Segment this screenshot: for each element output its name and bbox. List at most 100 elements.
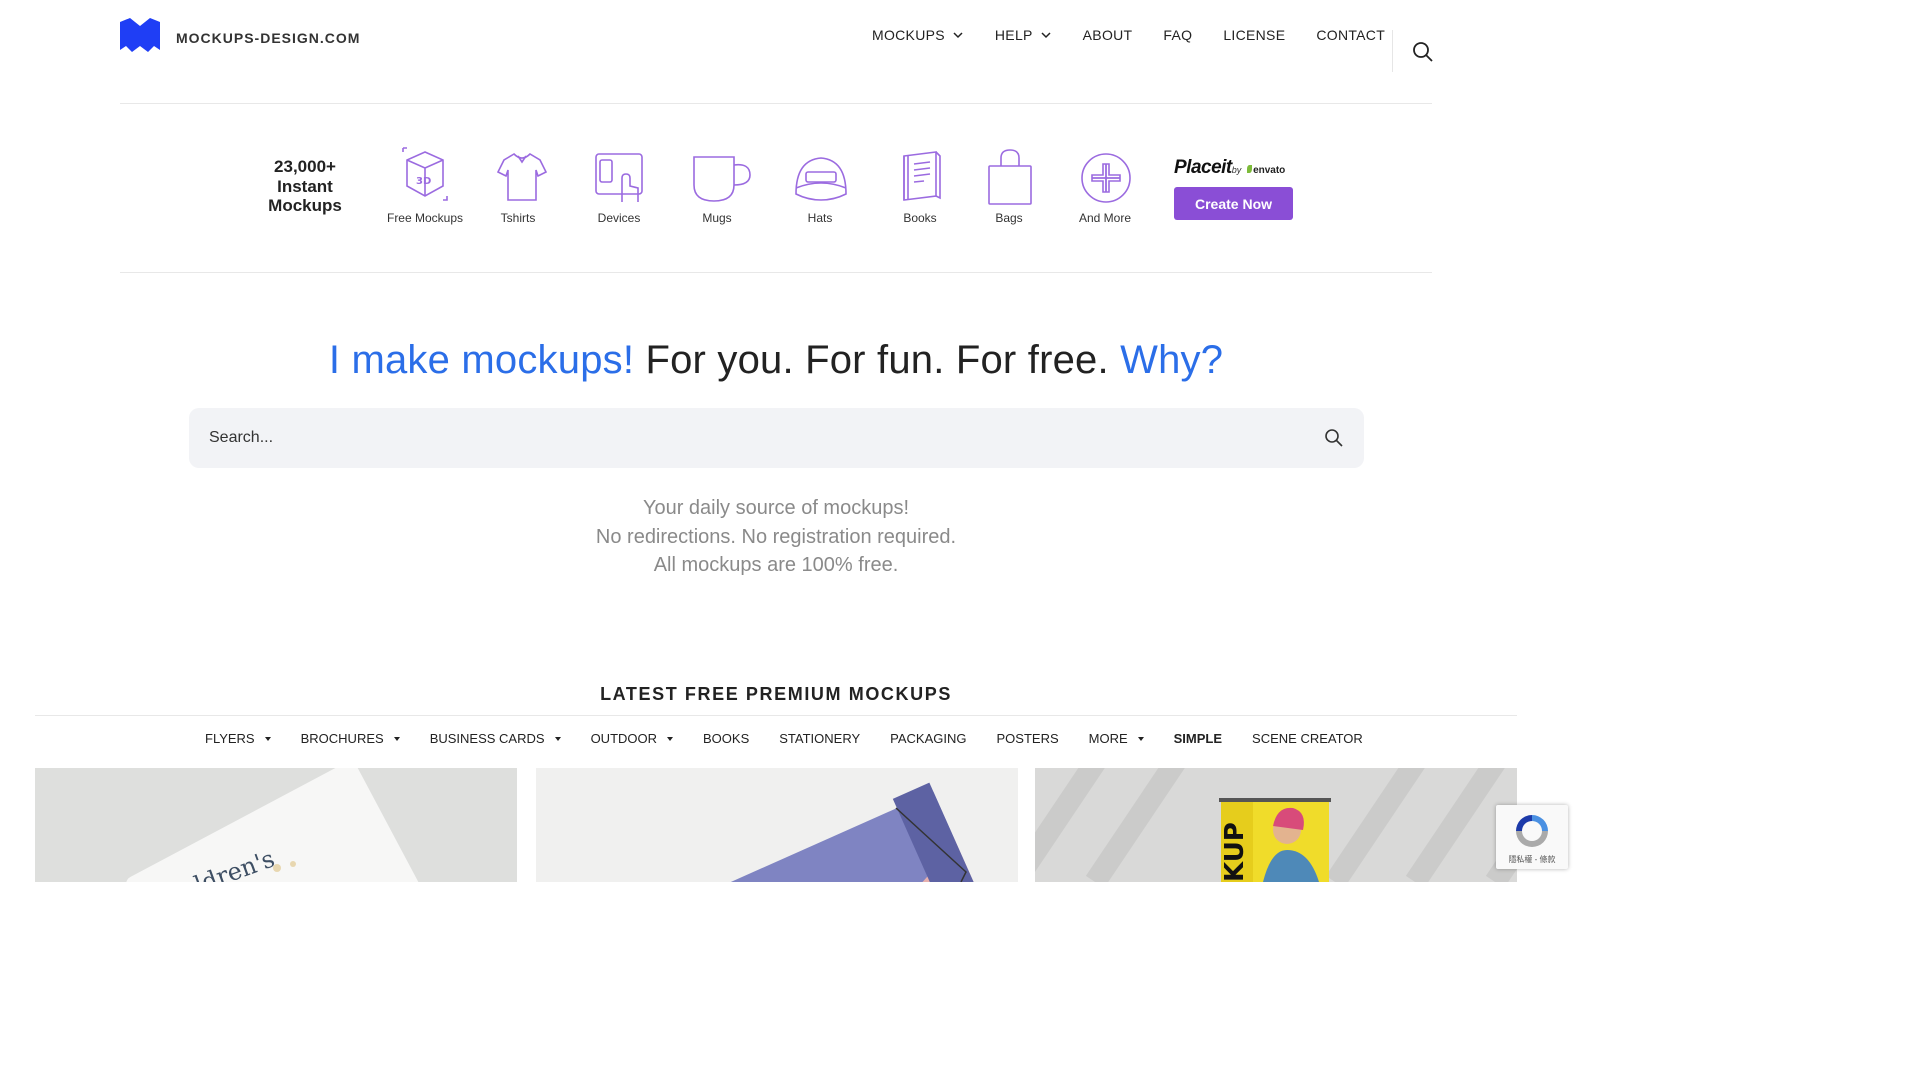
filter-business-cards[interactable]: BUSINESS CARDS <box>430 731 561 746</box>
nav-label: ABOUT <box>1082 27 1133 43</box>
placeit-count-line2: Instant <box>277 176 333 196</box>
filter-label: SCENE CREATOR <box>1252 731 1363 746</box>
category-label: Bags <box>995 211 1023 225</box>
category-label: Mugs <box>702 211 732 225</box>
placeit-count-number: 23,000+ <box>274 157 336 176</box>
filter-label: SIMPLE <box>1173 731 1223 746</box>
filter-label: OUTDOOR <box>590 731 658 746</box>
nav-label: FAQ <box>1163 27 1193 43</box>
nav-label: MOCKUPS <box>872 27 945 43</box>
search-icon[interactable] <box>1324 428 1344 448</box>
devices-icon <box>595 153 643 202</box>
mockup-card-image: ldren's <box>35 768 517 882</box>
svg-text:3D: 3D <box>416 176 431 187</box>
placeit-logo[interactable]: Placeitby envato <box>1174 157 1285 179</box>
placeit-brand: Placeit <box>1174 157 1232 178</box>
filter-books[interactable]: BOOKS <box>703 731 749 746</box>
filter-flyers[interactable]: FLYERS <box>205 731 271 746</box>
filter-label: FLYERS <box>205 731 255 746</box>
nav-label: CONTACT <box>1316 27 1386 43</box>
nav-item-about[interactable]: ABOUT <box>1083 27 1133 43</box>
filter-label: MORE <box>1088 731 1128 746</box>
chevron-down-icon <box>953 32 963 39</box>
site-header: MOCKUPS-DESIGN.COM MOCKUPS HELP ABOUT FA… <box>0 0 1568 104</box>
category-and-more[interactable] <box>1080 152 1132 204</box>
mockup-card-image <box>536 768 1018 882</box>
placeit-brand-envato: envato <box>1253 165 1286 176</box>
latest-section-title: LATEST FREE PREMIUM MOCKUPS <box>600 684 952 704</box>
mug-icon <box>693 156 751 202</box>
category-mugs[interactable] <box>692 155 752 203</box>
main-nav: MOCKUPS HELP ABOUT FAQ LICENSE CONTACT <box>872 27 1385 43</box>
filter-brochures[interactable]: BROCHURES <box>301 731 400 746</box>
category-free-mockups[interactable]: 3D <box>401 146 449 202</box>
hero-part1: I make mockups! <box>328 338 635 382</box>
placeit-count: 23,000+ Instant Mockups <box>260 157 350 216</box>
category-label: Free Mockups <box>386 211 464 225</box>
create-now-button[interactable]: Create Now <box>1174 187 1293 220</box>
mockup-card-text: KUP <box>1220 822 1250 882</box>
filter-posters[interactable]: POSTERS <box>997 731 1059 746</box>
hero-why-link[interactable]: Why? <box>1120 338 1223 382</box>
book-icon <box>903 151 941 201</box>
recaptcha-badge[interactable]: 隱私權 - 條款 <box>1496 805 1568 869</box>
tagline-line2: No redirections. No registration require… <box>595 525 957 548</box>
filter-packaging[interactable]: PACKAGING <box>890 731 966 746</box>
filter-simple[interactable]: SIMPLE <box>1174 731 1222 746</box>
filter-scene-creator[interactable]: SCENE CREATOR <box>1252 731 1363 746</box>
category-label: Books <box>903 211 937 225</box>
latest-divider <box>35 715 1517 716</box>
mockup-card-image: KUP <box>1035 768 1517 882</box>
envato-leaf-icon <box>1247 165 1253 173</box>
filter-outdoor[interactable]: OUTDOOR <box>590 731 674 746</box>
placeit-count-line3: Mockups <box>268 196 342 215</box>
filter-label: BOOKS <box>703 731 750 746</box>
caret-down-icon <box>264 736 271 741</box>
mockup-card[interactable]: ldren's <box>35 768 517 882</box>
strip-divider <box>120 272 1432 273</box>
hero-heading: I make mockups! For you. For fun. For fr… <box>0 338 1552 383</box>
hat-icon <box>795 157 847 201</box>
nav-item-mockups[interactable]: MOCKUPS <box>872 27 963 43</box>
mockup-card[interactable] <box>536 768 1018 882</box>
nav-item-faq[interactable]: FAQ <box>1163 27 1192 43</box>
category-books[interactable] <box>900 150 942 204</box>
bag-icon <box>988 149 1032 205</box>
header-divider <box>120 103 1432 104</box>
nav-item-license[interactable]: LICENSE <box>1223 27 1285 43</box>
placeit-brand-by: by <box>1231 165 1242 175</box>
chevron-down-icon <box>1041 32 1051 39</box>
recaptcha-text[interactable]: 隱私權 - 條款 <box>1496 854 1568 865</box>
category-filters: FLYERS BROCHURES BUSINESS CARDS OUTDOOR … <box>205 731 1363 746</box>
search-icon[interactable] <box>1412 41 1434 63</box>
category-label: Hats <box>807 211 833 225</box>
nav-item-contact[interactable]: CONTACT <box>1316 27 1385 43</box>
3d-box-icon: 3D <box>402 147 448 201</box>
caret-down-icon <box>1137 736 1144 741</box>
category-tshirts[interactable] <box>496 150 548 202</box>
category-label: And More <box>1078 211 1132 225</box>
recaptcha-icon <box>1516 815 1548 847</box>
nav-item-help[interactable]: HELP <box>995 27 1051 43</box>
site-logo-icon[interactable] <box>120 18 160 54</box>
tagline: Your daily source of mockups! No redirec… <box>0 494 1552 580</box>
search-input[interactable] <box>209 408 1289 468</box>
caret-down-icon <box>554 736 561 741</box>
hero-part2: For you. For fun. For free. <box>634 338 1121 382</box>
filter-stationery[interactable]: STATIONERY <box>779 731 860 746</box>
mockup-card[interactable]: KUP <box>1035 768 1517 882</box>
site-logo-text[interactable]: MOCKUPS-DESIGN.COM <box>176 30 360 46</box>
filter-label: PACKAGING <box>890 731 967 746</box>
filter-more[interactable]: MORE <box>1089 731 1144 746</box>
category-hats[interactable] <box>794 154 848 202</box>
tagline-line1: Your daily source of mockups! <box>642 497 910 519</box>
tshirt-icon <box>496 152 548 201</box>
tagline-line3: All mockups are 100% free. <box>653 554 899 576</box>
category-bags[interactable] <box>987 148 1033 206</box>
caret-down-icon <box>393 736 400 741</box>
category-devices[interactable] <box>594 152 644 204</box>
category-label: Devices <box>597 211 641 225</box>
filter-label: BUSINESS CARDS <box>429 731 545 746</box>
filter-label: STATIONERY <box>779 731 861 746</box>
nav-label: LICENSE <box>1223 27 1286 43</box>
